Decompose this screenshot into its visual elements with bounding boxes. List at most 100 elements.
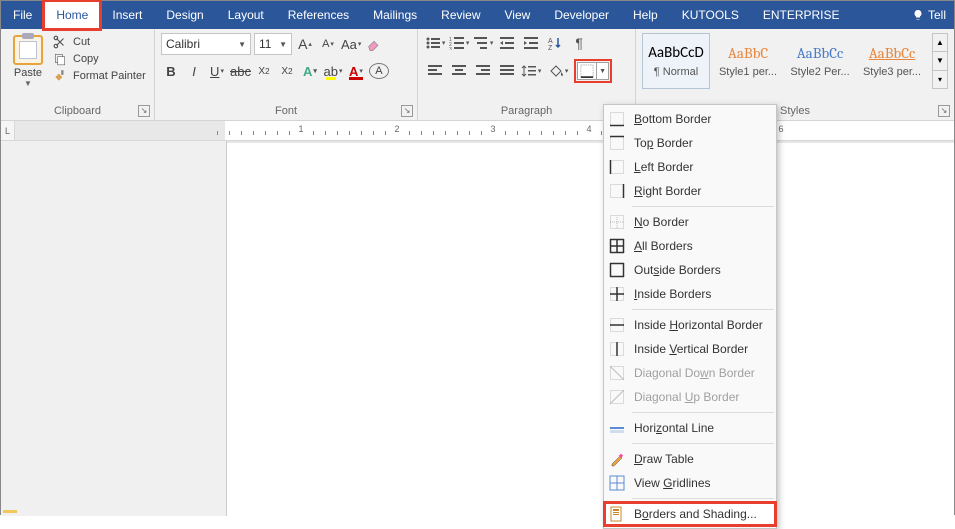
border-menu-item[interactable]: Bottom Border — [604, 107, 776, 131]
border-menu-item[interactable]: Borders and Shading... — [604, 502, 776, 526]
shrink-font-button[interactable]: A▾ — [318, 34, 338, 54]
tab-enterprise[interactable]: ENTERPRISE — [751, 1, 852, 29]
paste-icon — [13, 35, 43, 65]
border-menu-item[interactable]: Left Border — [604, 155, 776, 179]
tab-review[interactable]: Review — [429, 1, 492, 29]
style-normal[interactable]: AaBbCcD ¶ Normal — [642, 33, 710, 89]
border-menu-item[interactable]: View Gridlines — [604, 471, 776, 495]
font-size-combo[interactable]: 11▼ — [254, 33, 292, 55]
tab-help[interactable]: Help — [621, 1, 670, 29]
border-menu-item[interactable]: Inside Borders — [604, 282, 776, 306]
scissors-icon — [53, 35, 67, 49]
strikethrough-button[interactable]: abc — [230, 61, 251, 81]
border-menu-item[interactable]: Top Border — [604, 131, 776, 155]
shading-button[interactable]: ▾ — [544, 61, 572, 81]
underline-button[interactable]: U▾ — [207, 61, 227, 81]
highlight-button[interactable]: ab▾ — [323, 61, 343, 81]
borders-split-button[interactable]: ▼ — [574, 59, 612, 83]
border-bs-icon — [608, 505, 626, 523]
align-right-button[interactable] — [472, 61, 494, 81]
svg-text:Z: Z — [548, 45, 553, 50]
multilevel-button[interactable]: ▾ — [472, 33, 494, 53]
ruler-margin — [15, 121, 225, 140]
style-3[interactable]: AaBbCc Style3 per... — [858, 33, 926, 89]
border-menu-item[interactable]: Inside Horizontal Border — [604, 313, 776, 337]
ribbon: Paste ▼ Cut Copy Format Painter Clipboar… — [1, 29, 954, 121]
align-center-button[interactable] — [448, 61, 470, 81]
document-page[interactable] — [226, 141, 954, 516]
menu-item-label: Draw Table — [634, 452, 694, 466]
change-case-button[interactable]: Aa▾ — [341, 34, 361, 54]
align-left-button[interactable] — [424, 61, 446, 81]
font-dialog-launcher[interactable]: ↘ — [401, 105, 413, 117]
menu-item-label: Inside Horizontal Border — [634, 318, 763, 332]
increase-indent-button[interactable] — [520, 33, 542, 53]
font-name-combo[interactable]: Calibri▼ — [161, 33, 251, 55]
tab-home[interactable]: Home — [44, 1, 100, 29]
line-spacing-button[interactable]: ▾ — [520, 61, 542, 81]
italic-button[interactable]: I — [184, 61, 204, 81]
styles-dialog-launcher[interactable]: ↘ — [938, 105, 950, 117]
tab-design[interactable]: Design — [154, 1, 215, 29]
menu-item-label: Left Border — [634, 160, 693, 174]
chevron-down-icon[interactable]: ▼ — [24, 79, 32, 88]
style-2[interactable]: AaBbCc Style2 Per... — [786, 33, 854, 89]
tab-view[interactable]: View — [493, 1, 543, 29]
ruler[interactable]: L 123456 — [1, 121, 954, 141]
enclose-char-button[interactable]: A — [369, 63, 389, 79]
menu-item-label: Bottom Border — [634, 112, 711, 126]
bold-button[interactable]: B — [161, 61, 181, 81]
subscript-button[interactable]: X2 — [254, 61, 274, 81]
menu-item-label: Top Border — [634, 136, 693, 150]
ribbon-tabs: File Home Insert Design Layout Reference… — [1, 1, 954, 29]
numbering-button[interactable]: 123▾ — [448, 33, 470, 53]
cut-button[interactable]: Cut — [53, 35, 148, 49]
tab-selector[interactable]: L — [1, 121, 15, 140]
format-painter-button[interactable]: Format Painter — [53, 69, 148, 83]
paste-label: Paste — [14, 67, 42, 79]
borders-button[interactable] — [577, 62, 597, 80]
border-menu-item[interactable]: No Border — [604, 210, 776, 234]
menu-item-label: Borders and Shading... — [634, 507, 757, 521]
border-menu-item[interactable]: Inside Vertical Border — [604, 337, 776, 361]
sort-button[interactable]: AZ — [544, 33, 566, 53]
border-lb-icon — [608, 158, 626, 176]
font-color-button[interactable]: A▾ — [346, 61, 366, 81]
tab-kutools[interactable]: KUTOOLS — [670, 1, 751, 29]
text-effects-button[interactable]: A▾ — [300, 61, 320, 81]
tab-mailings[interactable]: Mailings — [361, 1, 429, 29]
bullets-button[interactable]: ▾ — [424, 33, 446, 53]
paste-split[interactable]: Paste ▼ — [7, 33, 49, 88]
borders-dropdown-button[interactable]: ▼ — [597, 62, 609, 80]
border-nb-icon — [608, 213, 626, 231]
show-marks-button[interactable]: ¶ — [568, 33, 590, 53]
styles-more-button[interactable]: ▾ — [933, 71, 947, 88]
ruler-scale[interactable]: 123456 — [225, 121, 954, 140]
clear-formatting-button[interactable] — [364, 34, 384, 54]
border-bb-icon — [608, 110, 626, 128]
styles-up-button[interactable]: ▲ — [933, 34, 947, 52]
tab-file[interactable]: File — [1, 1, 44, 29]
tell-me[interactable]: Tell — [904, 8, 954, 22]
tab-developer[interactable]: Developer — [542, 1, 621, 29]
style-1[interactable]: AaBbC Style1 per... — [714, 33, 782, 89]
grow-font-button[interactable]: A▴ — [295, 34, 315, 54]
clipboard-dialog-launcher[interactable]: ↘ — [138, 105, 150, 117]
border-menu-item[interactable]: Horizontal Line — [604, 416, 776, 440]
justify-button[interactable] — [496, 61, 518, 81]
tab-insert[interactable]: Insert — [100, 1, 154, 29]
border-menu-item[interactable]: Right Border — [604, 179, 776, 203]
superscript-button[interactable]: X2 — [277, 61, 297, 81]
svg-text:A: A — [548, 38, 553, 45]
copy-button[interactable]: Copy — [53, 52, 148, 66]
format-painter-label: Format Painter — [73, 70, 146, 82]
styles-down-button[interactable]: ▼ — [933, 52, 947, 70]
border-menu-item[interactable]: All Borders — [604, 234, 776, 258]
styles-gallery[interactable]: AaBbCcD ¶ Normal AaBbC Style1 per... AaB… — [642, 31, 948, 89]
decrease-indent-button[interactable] — [496, 33, 518, 53]
tab-layout[interactable]: Layout — [216, 1, 276, 29]
tab-references[interactable]: References — [276, 1, 361, 29]
menu-item-label: Outside Borders — [634, 263, 721, 277]
border-menu-item[interactable]: Draw Table — [604, 447, 776, 471]
border-menu-item[interactable]: Outside Borders — [604, 258, 776, 282]
